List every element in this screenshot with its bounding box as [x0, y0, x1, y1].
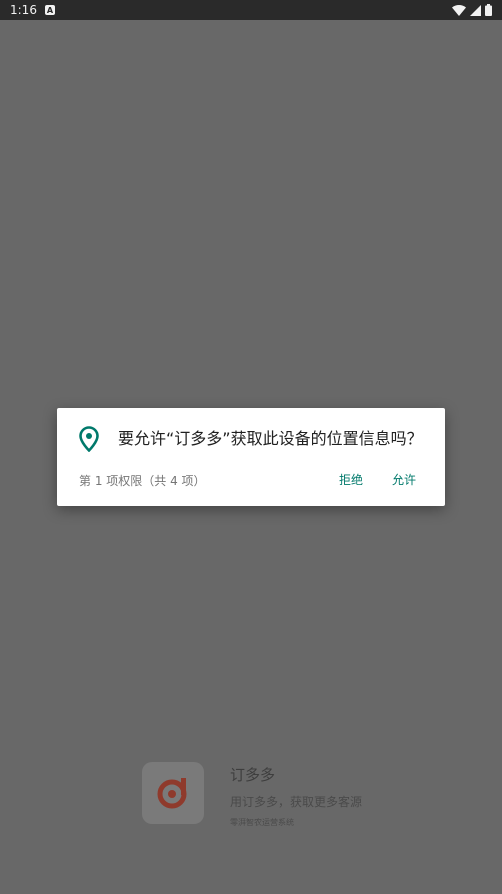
- location-pin-icon: [79, 426, 99, 452]
- splash-branding: 订多多 用订多多，获取更多客源 零湃智农运营系统: [142, 762, 382, 832]
- app-slogan: 用订多多，获取更多客源: [230, 795, 363, 809]
- battery-icon: [485, 4, 492, 16]
- signal-icon: [470, 4, 481, 16]
- app-name: 订多多: [230, 766, 276, 784]
- status-time: 1:16: [10, 3, 37, 17]
- permission-counter: 第 1 项权限（共 4 项）: [79, 474, 206, 488]
- app-subline: 零湃智农运营系统: [230, 818, 294, 827]
- deny-button[interactable]: 拒绝: [333, 468, 369, 492]
- allow-button[interactable]: 允许: [386, 468, 422, 492]
- app-logo-icon: [157, 778, 187, 809]
- status-bar: 1:16 A: [0, 0, 502, 20]
- permission-dialog: 要允许“订多多”获取此设备的位置信息吗？ 第 1 项权限（共 4 项） 拒绝 允…: [57, 408, 445, 506]
- app-logo: [142, 762, 204, 824]
- dialog-title: 要允许“订多多”获取此设备的位置信息吗？: [118, 429, 423, 448]
- a-icon: A: [44, 5, 55, 15]
- wifi-icon: [452, 4, 466, 16]
